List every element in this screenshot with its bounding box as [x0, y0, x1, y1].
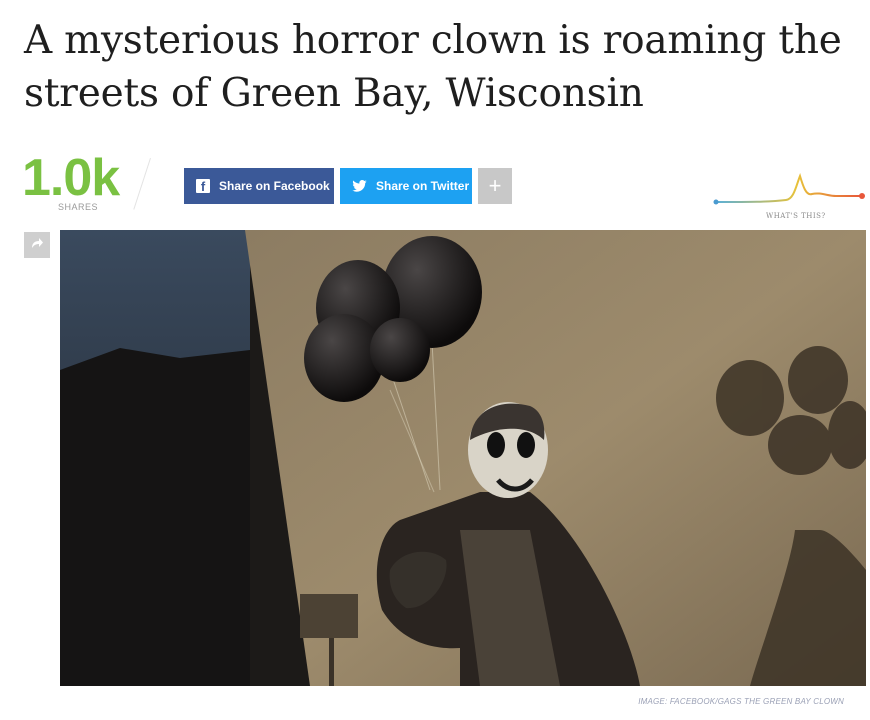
share-more-label: +	[488, 173, 502, 198]
image-credit: IMAGE: FACEBOOK/GAGS THE GREEN BAY CLOWN	[638, 697, 844, 706]
share-twitter-label: Share on Twitter	[376, 179, 470, 193]
headline: A mysterious horror clown is roaming the…	[24, 18, 842, 116]
trend-end-point	[859, 193, 865, 199]
trend-label[interactable]: WHAT'S THIS?	[766, 212, 826, 220]
trend-graph[interactable]: WHAT'S THIS?	[708, 166, 868, 226]
share-arrow-icon	[30, 236, 44, 254]
share-count: 1.0k SHARES	[22, 150, 152, 212]
share-more-button[interactable]: +	[478, 168, 512, 204]
share-arrow-button[interactable]	[24, 232, 50, 258]
trend-start-point	[713, 199, 719, 205]
share-twitter-button[interactable]: Share on Twitter	[340, 168, 472, 204]
facebook-icon: f	[196, 179, 210, 194]
twitter-icon	[352, 180, 367, 192]
trend-sparkline	[713, 172, 865, 205]
share-facebook-label: Share on Facebook	[219, 179, 330, 193]
share-facebook-button[interactable]: f Share on Facebook	[184, 168, 334, 204]
article-photo	[60, 230, 866, 686]
share-count-number: 1.0k	[22, 149, 120, 207]
